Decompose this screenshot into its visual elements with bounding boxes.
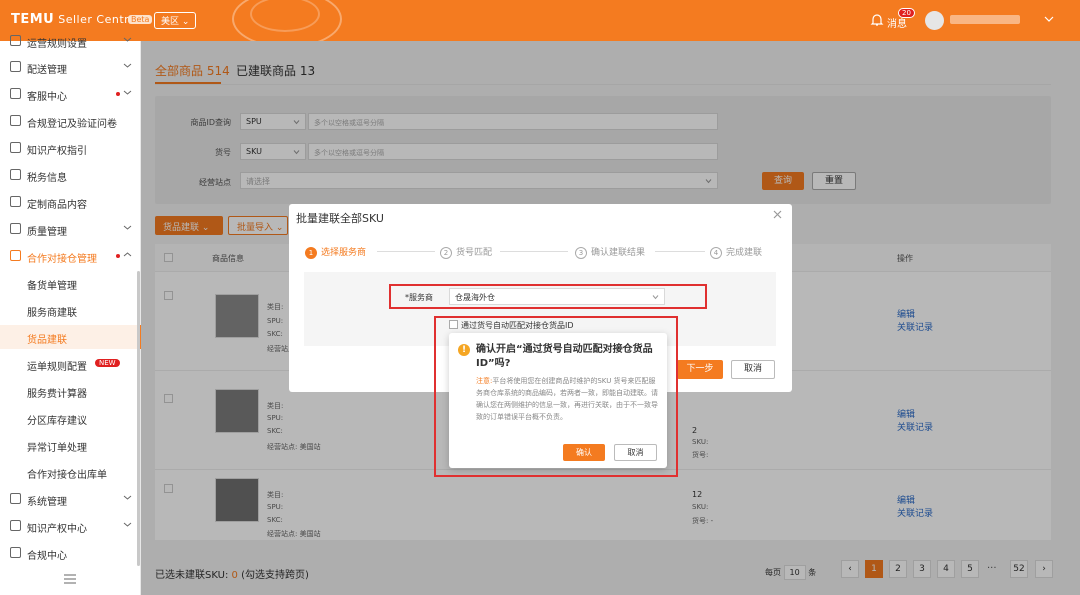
new-badge: NEW	[95, 359, 120, 367]
step-number: 1	[305, 247, 317, 259]
sidebar-item[interactable]: 配送管理	[0, 55, 141, 79]
step-2: 2 货号匹配	[440, 245, 492, 259]
next-step-button[interactable]: 下一步	[677, 360, 723, 379]
logo[interactable]: TEMU Seller Central	[11, 12, 140, 27]
sidebar-item[interactable]: 知识产权中心	[0, 514, 141, 538]
sidebar-scrollbar[interactable]	[137, 271, 140, 566]
chevron-down-icon[interactable]	[123, 521, 132, 528]
modal-title: 批量建联全部SKU	[296, 212, 384, 225]
chevron-down-icon[interactable]	[123, 62, 132, 69]
step-number: 4	[710, 247, 722, 259]
highlight-box	[389, 284, 707, 309]
sidebar-item[interactable]: 知识产权指引	[0, 136, 141, 160]
sidebar-item[interactable]: 客服中心	[0, 82, 141, 106]
menu-lines-icon	[64, 574, 76, 584]
menu-icon	[10, 35, 21, 46]
sidebar-item-label: 客服中心	[27, 92, 67, 103]
sidebar-item[interactable]: 系统管理	[0, 487, 141, 511]
step-label: 货号匹配	[456, 248, 493, 258]
close-icon[interactable]	[773, 210, 782, 219]
sidebar-item[interactable]: 合规中心	[0, 541, 141, 565]
step-connector	[655, 251, 705, 252]
step-number: 3	[575, 247, 587, 259]
collapse-sidebar-icon[interactable]	[63, 574, 77, 584]
sidebar-item[interactable]: 服务费计算器	[0, 379, 141, 403]
sidebar-item-label: 备货单管理	[27, 281, 77, 292]
sidebar-item-label: 货品建联	[27, 335, 67, 346]
sidebar-item-label: 质量管理	[27, 227, 67, 238]
step-connector	[377, 251, 435, 252]
sidebar-item-label: 异常订单处理	[27, 443, 87, 454]
menu-icon	[10, 196, 21, 207]
sidebar-item-label: 合规登记及验证问卷	[27, 119, 117, 130]
sidebar-item-label: 服务商建联	[27, 308, 77, 319]
step-label: 选择服务商	[321, 248, 367, 258]
chevron-down-icon[interactable]	[123, 89, 132, 96]
step-1: 1 选择服务商	[305, 245, 366, 259]
beta-badge: Beta	[128, 15, 153, 24]
menu-icon	[10, 115, 21, 126]
step-number: 2	[440, 247, 452, 259]
step-3: 3 确认建联结果	[575, 245, 645, 259]
menu-icon	[10, 61, 21, 72]
sidebar-item-label: 定制商品内容	[27, 200, 87, 211]
modal-cancel-button[interactable]: 取消	[731, 360, 775, 379]
menu-icon	[10, 223, 21, 234]
chevron-down-icon[interactable]	[123, 224, 132, 231]
step-label: 完成建联	[726, 248, 763, 258]
menu-icon	[10, 250, 21, 261]
sidebar-item-label: 分区库存建议	[27, 416, 87, 427]
region-selector[interactable]: 美区 ⌄	[154, 12, 197, 29]
notification-dot	[116, 254, 120, 258]
menu-icon	[10, 88, 21, 99]
username-blurred[interactable]	[950, 15, 1020, 24]
sidebar-item[interactable]: 合作对接仓管理	[0, 244, 141, 268]
bell-icon[interactable]	[870, 13, 884, 27]
messages-count-badge: 20	[898, 8, 915, 18]
menu-icon	[10, 142, 21, 153]
sidebar-item[interactable]: 备货单管理	[0, 271, 141, 295]
sidebar-item[interactable]: 合规登记及验证问卷	[0, 109, 141, 133]
sidebar-item[interactable]: 分区库存建议	[0, 406, 141, 430]
sidebar-item[interactable]: 定制商品内容	[0, 190, 141, 214]
sidebar-item[interactable]: 质量管理	[0, 217, 141, 241]
step-label: 确认建联结果	[591, 248, 646, 258]
sidebar-item[interactable]: 运单规则配置 NEW	[0, 352, 141, 376]
sidebar-item-label: 合作对接仓管理	[27, 254, 97, 265]
sidebar-item[interactable]: 异常订单处理	[0, 433, 141, 457]
chevron-down-icon[interactable]	[1044, 15, 1054, 23]
menu-icon	[10, 169, 21, 180]
menu-icon	[10, 493, 21, 504]
sidebar-item-label: 知识产权指引	[27, 146, 87, 157]
notification-dot	[116, 92, 120, 96]
sidebar-item[interactable]: 税务信息	[0, 163, 141, 187]
menu-icon	[10, 520, 21, 531]
sidebar-item-label: 系统管理	[27, 497, 67, 508]
sidebar-item-label: 运单规则配置	[27, 362, 87, 373]
chevron-down-icon[interactable]	[123, 494, 132, 501]
sidebar-item-label: 合作对接仓出库单	[27, 470, 107, 481]
highlight-box	[434, 316, 678, 477]
sidebar-item-label: 配送管理	[27, 65, 67, 76]
chevron-up-icon[interactable]	[123, 251, 132, 258]
step-connector	[500, 251, 568, 252]
sidebar-item-label: 运营规则设置	[27, 39, 87, 50]
chevron-down-icon[interactable]	[123, 36, 132, 43]
avatar[interactable]	[925, 11, 944, 30]
sidebar-item-label: 服务费计算器	[27, 389, 87, 400]
sidebar-item-label: 知识产权中心	[27, 524, 87, 535]
sidebar-item-label: 税务信息	[27, 173, 67, 184]
step-4: 4 完成建联	[710, 245, 762, 259]
sidebar: 运营规则设置 配送管理客服中心合规登记及验证问卷 知识产权指引 税务信息定制商品内容质…	[0, 35, 141, 595]
sidebar-item[interactable]: 运营规则设置	[0, 29, 141, 53]
sidebar-item[interactable]: 服务商建联	[0, 298, 141, 322]
sidebar-item[interactable]: 货品建联	[0, 325, 141, 349]
menu-icon	[10, 547, 21, 558]
sidebar-item-label: 合规中心	[27, 551, 67, 562]
sidebar-item[interactable]: 合作对接仓出库单	[0, 460, 141, 484]
logo-text: TEMU	[11, 12, 55, 27]
